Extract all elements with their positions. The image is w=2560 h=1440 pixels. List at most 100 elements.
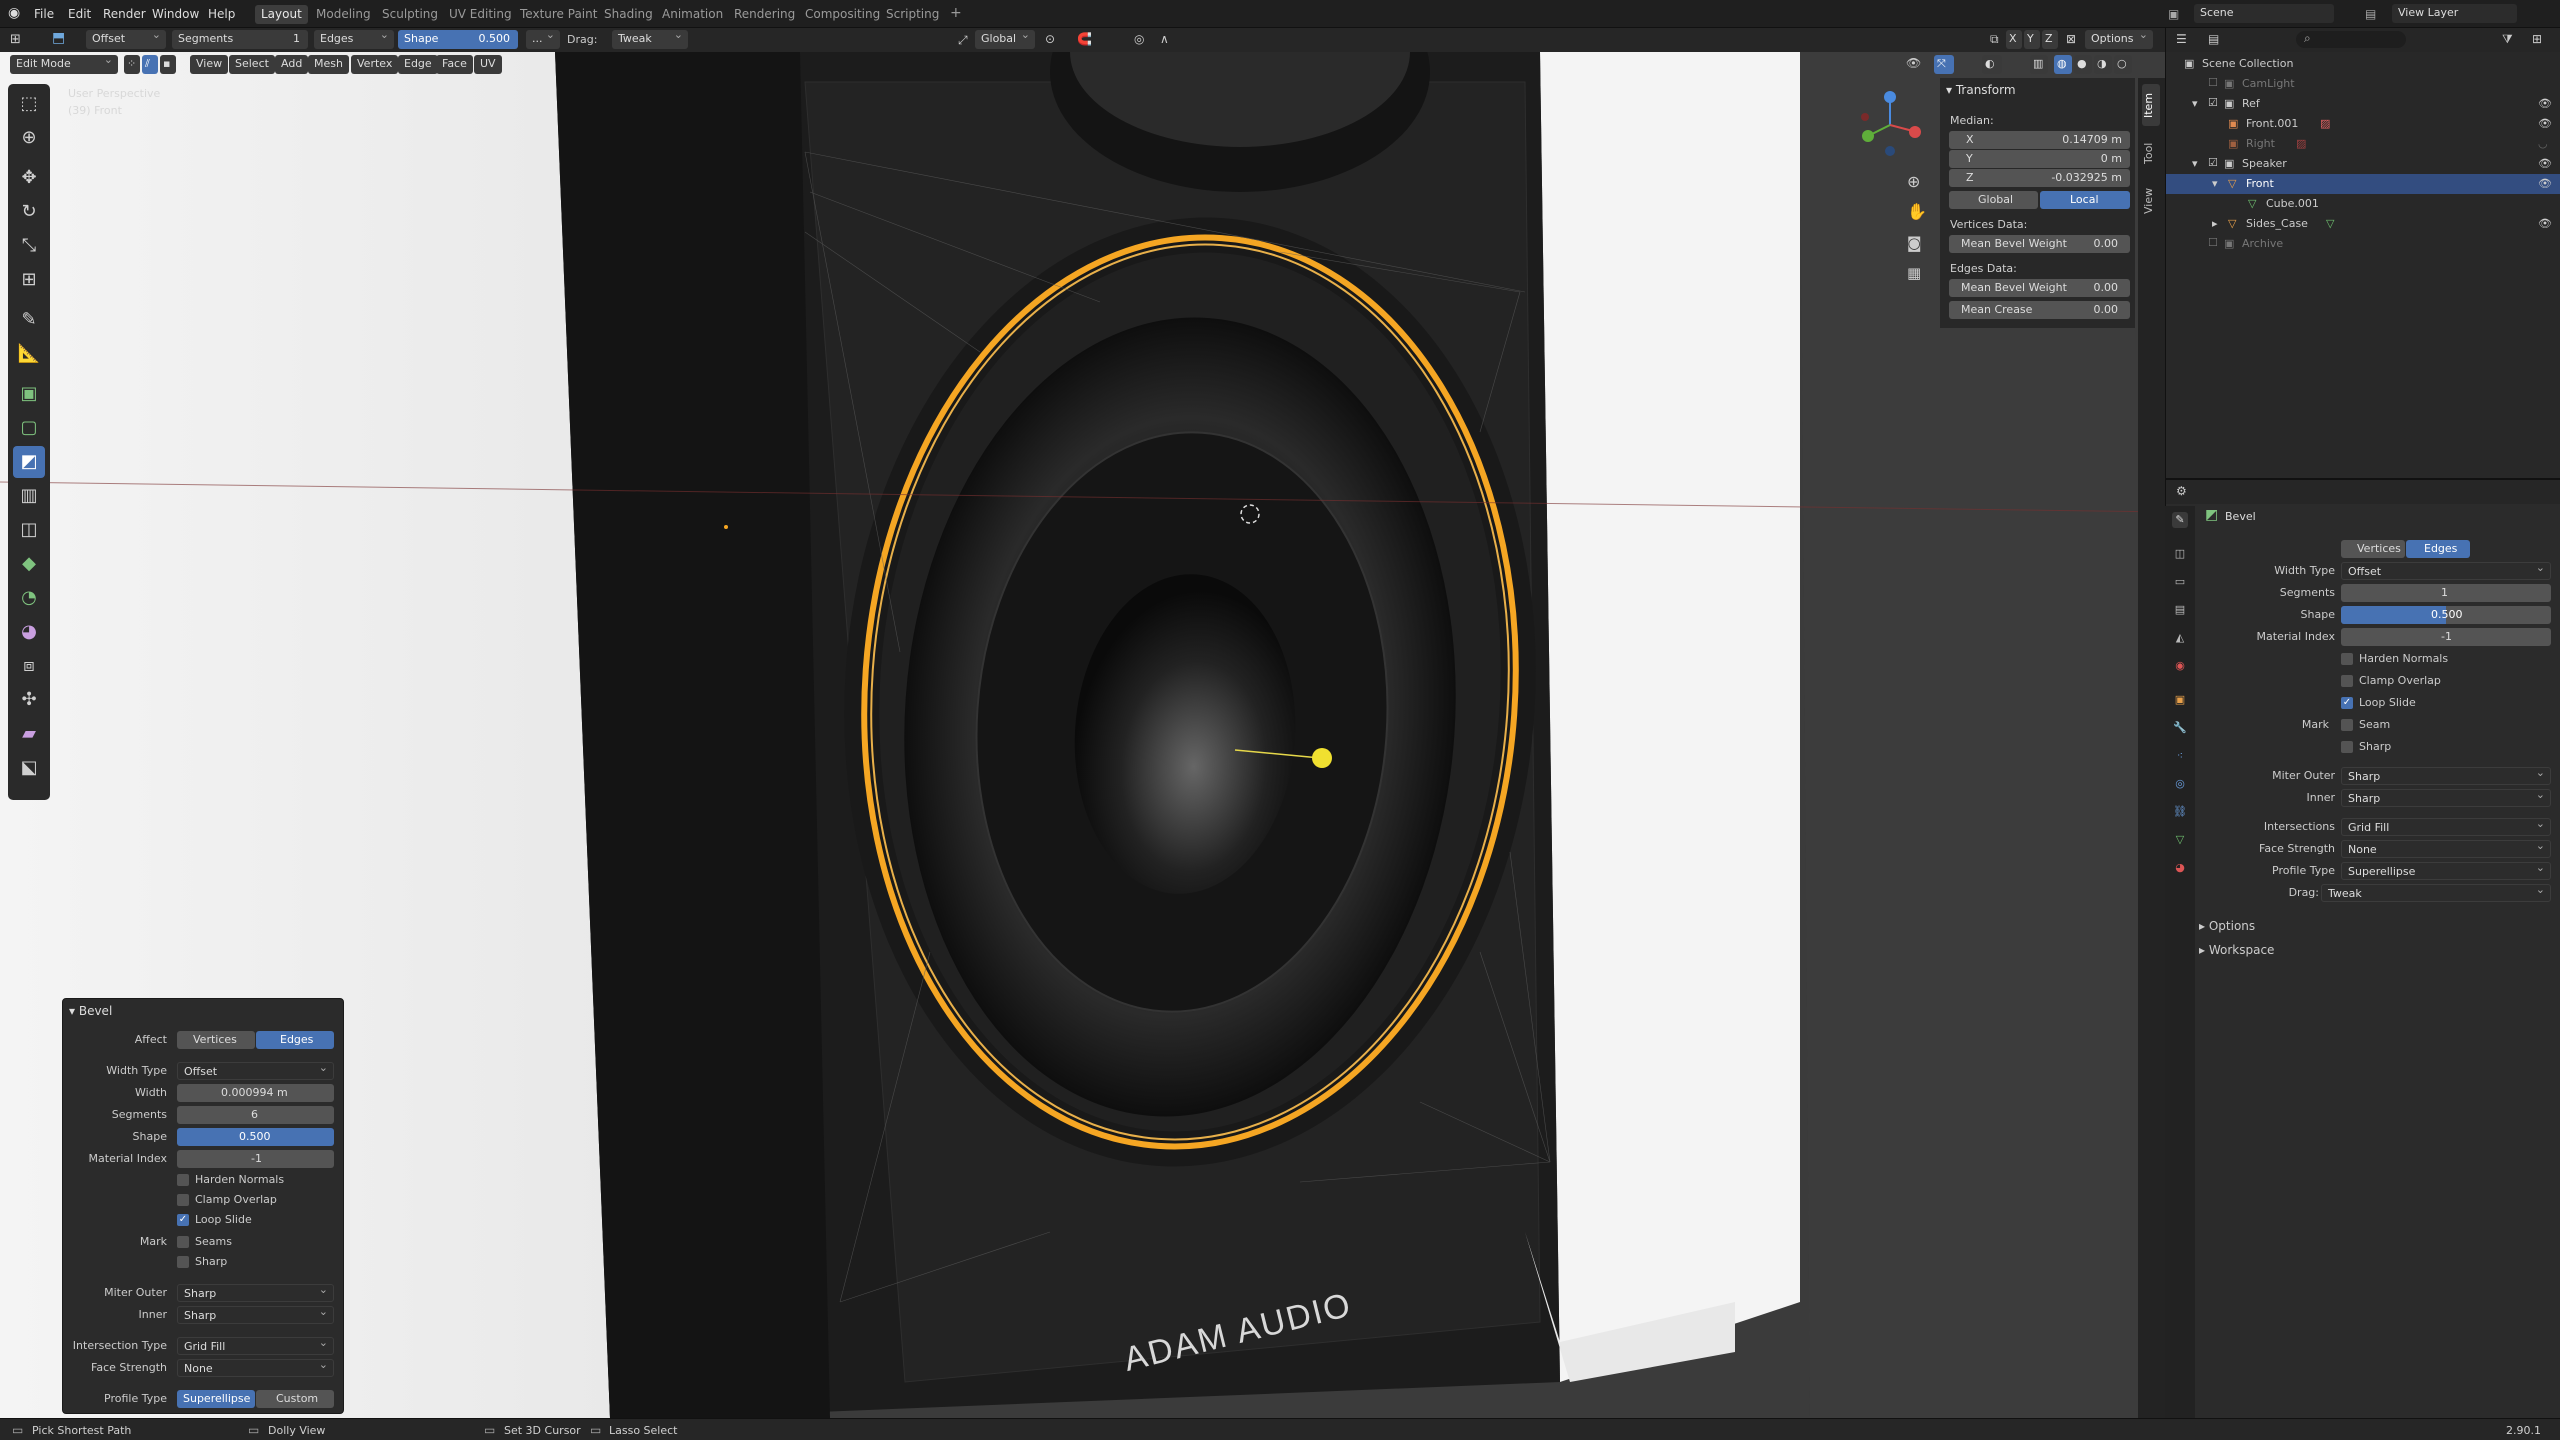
blender-logo-icon[interactable]: ◉	[8, 5, 20, 21]
menu-mesh[interactable]: Mesh	[308, 55, 349, 74]
pan-hand-icon[interactable]: ✋	[1907, 202, 1927, 221]
outliner-row-front[interactable]: ▾ ▽ Front 👁	[2166, 174, 2560, 194]
intersections-select[interactable]: Grid Fill	[2341, 818, 2551, 836]
menu-face[interactable]: Face	[436, 55, 473, 74]
tab-shading[interactable]: Shading	[598, 5, 659, 24]
mark-sharp-checkbox[interactable]	[2341, 741, 2353, 753]
rip-region-icon[interactable]: ⬕	[13, 752, 45, 784]
mark-seam-checkbox[interactable]	[2341, 719, 2353, 731]
menu-select[interactable]: Select	[229, 55, 275, 74]
vertex-select-mode-icon[interactable]: ⁘	[124, 55, 140, 74]
tab-item[interactable]: Item	[2142, 84, 2160, 126]
outliner-row-cube-001[interactable]: ▽ Cube.001	[2166, 194, 2560, 214]
mirror-x-toggle[interactable]: X	[2006, 30, 2022, 49]
profile-type-select[interactable]: Superellipse	[2341, 862, 2551, 880]
smooth-icon[interactable]: ◕	[13, 616, 45, 648]
workspace-subpanel[interactable]: ▸ Workspace	[2199, 943, 2274, 957]
width-type-select[interactable]: Offset	[2341, 562, 2551, 580]
edge-select-mode-icon[interactable]: ⫽	[142, 55, 158, 74]
eye-hidden-icon[interactable]: ◡	[2538, 137, 2548, 150]
wireframe-shading-icon[interactable]: ◍	[2054, 55, 2072, 74]
expand-arrow-icon[interactable]: ▾	[2192, 97, 2198, 110]
eye-icon[interactable]: 👁	[2538, 177, 2552, 190]
tab-scripting[interactable]: Scripting	[880, 5, 945, 24]
redo-loop-slide-checkbox[interactable]: ✓	[177, 1214, 189, 1226]
scene-selector[interactable]: Scene	[2194, 4, 2334, 23]
outliner-row-front-001[interactable]: ▣ Front.001 ▨ 👁	[2166, 114, 2560, 134]
checkbox-icon[interactable]: ☑	[2208, 96, 2218, 109]
editor-type-icon[interactable]: ⊞	[10, 32, 21, 47]
outliner-row-scene-collection[interactable]: ▣ Scene Collection	[2166, 54, 2560, 74]
more-options-button[interactable]: ...	[526, 30, 560, 49]
redo-face-strength-select[interactable]: None	[177, 1359, 334, 1377]
redo-panel-header[interactable]: ▾ Bevel	[69, 1004, 112, 1018]
edge-slide-icon[interactable]: ⧈	[13, 650, 45, 682]
redo-segments-field[interactable]: 6	[177, 1106, 334, 1124]
eye-icon[interactable]: 👁	[2538, 97, 2552, 110]
poly-build-icon[interactable]: ◆	[13, 548, 45, 580]
transform-panel-header[interactable]: ▾ Transform	[1946, 83, 2016, 97]
redo-clamp-overlap-checkbox[interactable]	[177, 1194, 189, 1206]
menu-help[interactable]: Help	[208, 7, 235, 21]
expand-arrow-icon[interactable]: ▾	[2192, 157, 2198, 170]
redo-affect-vertices-toggle[interactable]: Vertices	[177, 1031, 255, 1049]
face-select-mode-icon[interactable]: ▪	[160, 55, 176, 74]
menu-render[interactable]: Render	[103, 7, 146, 21]
loop-cut-icon[interactable]: ▥	[13, 480, 45, 512]
redo-miter-outer-select[interactable]: Sharp	[177, 1284, 334, 1302]
checkbox-icon[interactable]: ☐	[2208, 236, 2218, 249]
redo-width-type-select[interactable]: Offset	[177, 1062, 334, 1080]
width-type-select[interactable]: Offset	[86, 30, 166, 49]
checkbox-icon[interactable]: ☐	[2208, 76, 2218, 89]
redo-profile-superellipse-toggle[interactable]: Superellipse	[177, 1390, 255, 1408]
gizmo-toggle-icon[interactable]: ⤧	[1934, 55, 1954, 74]
constraints-tab-icon[interactable]: ⛓	[2172, 804, 2188, 820]
options-subpanel[interactable]: ▸ Options	[2199, 919, 2255, 933]
falloff-icon[interactable]: ∧	[1160, 32, 1169, 46]
output-tab-icon[interactable]: ▭	[2172, 574, 2188, 590]
outliner-row-right[interactable]: ▣ Right ▨ ◡	[2166, 134, 2560, 154]
particles-tab-icon[interactable]: ⁖	[2172, 748, 2188, 764]
modifier-tab-icon[interactable]: 🔧	[2172, 720, 2188, 736]
properties-editor-icon[interactable]: ⚙	[2176, 484, 2187, 498]
expand-arrow-icon[interactable]: ▾	[2212, 177, 2218, 190]
eye-icon[interactable]: 👁	[2538, 217, 2552, 230]
redo-shape-slider[interactable]: 0.500	[177, 1128, 334, 1146]
rotate-icon[interactable]: ↻	[13, 196, 45, 228]
outliner-search-input[interactable]: ⌕	[2296, 31, 2406, 48]
outliner-row-sides-case[interactable]: ▸ ▽ Sides_Case ▽ 👁	[2166, 214, 2560, 234]
overlays-icon[interactable]: ◐	[1982, 55, 2002, 74]
inset-icon[interactable]: ▢	[13, 412, 45, 444]
eye-icon[interactable]: 👁	[2538, 117, 2552, 130]
scale-icon[interactable]: ⤡	[13, 230, 45, 262]
data-tab-icon[interactable]: ▽	[2172, 832, 2188, 848]
rendered-shading-icon[interactable]: ○	[2114, 55, 2132, 74]
affect-edges-toggle[interactable]: Edges	[2406, 540, 2470, 558]
shear-icon[interactable]: ▰	[13, 718, 45, 750]
redo-harden-normals-checkbox[interactable]	[177, 1174, 189, 1186]
navigation-gizmo[interactable]	[1855, 87, 1935, 167]
select-box-icon[interactable]: ⬚	[13, 88, 45, 120]
tab-texture-paint[interactable]: Texture Paint	[514, 5, 603, 24]
view-layer-selector[interactable]: View Layer	[2392, 4, 2517, 23]
median-y-field[interactable]: Y 0 m	[1949, 150, 2130, 168]
tab-animation[interactable]: Animation	[656, 5, 729, 24]
options-menu[interactable]: Options	[2085, 30, 2153, 49]
drag-select[interactable]: Tweak	[2321, 884, 2551, 902]
face-strength-select[interactable]: None	[2341, 840, 2551, 858]
outliner-row-ref[interactable]: ▾ ☑ ▣ Ref 👁	[2166, 94, 2560, 114]
inner-miter-select[interactable]: Sharp	[2341, 789, 2551, 807]
new-collection-icon[interactable]: ⊞	[2532, 32, 2542, 46]
menu-file[interactable]: File	[34, 7, 54, 21]
redo-mark-sharp-checkbox[interactable]	[177, 1256, 189, 1268]
menu-edge[interactable]: Edge	[398, 55, 438, 74]
knife-icon[interactable]: ◫	[13, 514, 45, 546]
pivot-point-icon[interactable]: ⊙	[1045, 32, 1055, 46]
menu-add[interactable]: Add	[275, 55, 309, 74]
mode-select[interactable]: Edit Mode	[10, 55, 118, 74]
tab-layout[interactable]: Layout	[255, 5, 308, 24]
harden-normals-checkbox[interactable]	[2341, 653, 2353, 665]
menu-view[interactable]: View	[190, 55, 229, 74]
view-layer-tab-icon[interactable]: ▤	[2172, 602, 2188, 618]
outliner-row-archive[interactable]: ☐ ▣ Archive	[2166, 234, 2560, 254]
